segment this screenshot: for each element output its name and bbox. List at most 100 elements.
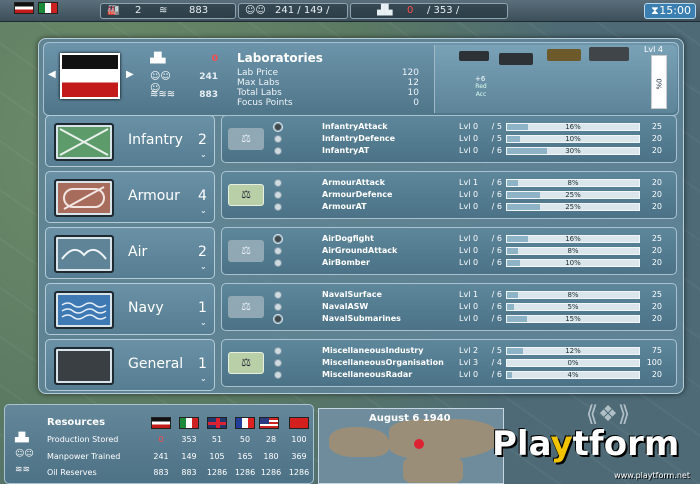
prev-nation-arrow-icon[interactable]: ◀ [48, 69, 56, 80]
progress-label: 16% [565, 235, 581, 243]
tech-focus-radio[interactable] [274, 371, 282, 379]
air-icon [54, 235, 114, 273]
tech-level: Lvl 0 [459, 134, 479, 143]
top-resource-bar: 🏭 2 ≋ 883 ☺☺ 241 / 149 / ▟▙ 0 / 353 / ⧗ … [0, 0, 700, 22]
manpower-box: ☺☺ 241 / 149 / [238, 3, 348, 19]
tech-level: Lvl 0 [459, 234, 479, 243]
lab-allocation-icon[interactable]: ⚖ [228, 296, 264, 318]
minimap-land [329, 427, 389, 457]
tech-name: AirDogfight [322, 234, 374, 243]
production-stored-label: Production Stored [47, 435, 119, 444]
oil-reserves-label: Oil Reserves [47, 468, 97, 477]
tech-max-level: / 4 [491, 358, 502, 367]
tech-cost: 20 [651, 258, 662, 267]
truck-unit-icon [547, 49, 581, 61]
resource-cell: 1286 [260, 468, 282, 477]
tech-progress-bar: 16% [506, 123, 640, 131]
chevron-down-icon[interactable]: ⌄ [200, 374, 207, 383]
tech-name: MiscellaneousIndustry [322, 346, 424, 355]
progress-label: 16% [565, 123, 581, 131]
tech-focus-radio[interactable] [274, 315, 282, 323]
category-air[interactable]: Air 2 ⌄ [45, 227, 215, 279]
tech-level: Lvl 0 [459, 302, 479, 311]
italy-flag-icon[interactable] [38, 2, 58, 14]
resource-cell: 50 [239, 435, 251, 444]
tech-focus-radio[interactable] [274, 203, 282, 211]
category-navy[interactable]: Navy 1 ⌄ [45, 283, 215, 335]
tech-level: Lvl 1 [459, 178, 479, 187]
resource-cell: 1286 [206, 468, 228, 477]
factory-icon: 🏭 [107, 5, 120, 16]
italy-flag-icon [179, 417, 199, 429]
chevron-down-icon[interactable]: ⌄ [200, 318, 207, 327]
resource-cell: 28 [265, 435, 277, 444]
lab-allocation-icon[interactable]: ⚖ [228, 128, 264, 150]
resource-cell: 165 [237, 452, 253, 461]
chevron-down-icon[interactable]: ⌄ [200, 262, 207, 271]
tech-max-level: / 5 [491, 346, 502, 355]
category-infantry[interactable]: Infantry 2 ⌄ [45, 115, 215, 167]
tech-cost: 100 [646, 358, 662, 367]
tech-focus-radio[interactable] [274, 123, 282, 131]
resource-cell: 1286 [234, 468, 256, 477]
tech-name: InfantryAttack [322, 122, 388, 131]
total-labs-row: Total Labs 10 [237, 88, 419, 98]
progress-label: 12% [565, 347, 581, 355]
tech-max-level: / 6 [491, 234, 502, 243]
current-date: August 6 1940 [369, 413, 451, 424]
minimap-land [389, 419, 499, 459]
progress-label: 5% [567, 303, 579, 311]
tech-progress-bar: 16% [506, 235, 640, 243]
unit-level-bar: %0 [651, 55, 667, 109]
tech-group: ⚖ AirDogfight Lvl 0 / 6 25 16% AirGroundAttack… [221, 227, 677, 275]
category-armour[interactable]: Armour 4 ⌄ [45, 171, 215, 223]
general-icon [54, 347, 114, 385]
tech-focus-radio[interactable] [274, 303, 282, 311]
next-nation-arrow-icon[interactable]: ▶ [126, 69, 134, 80]
factory-icon: ▟▙ [150, 53, 166, 64]
tech-max-level: / 6 [491, 146, 502, 155]
tech-focus-radio[interactable] [274, 235, 282, 243]
category-general[interactable]: General 1 ⌄ [45, 339, 215, 391]
tech-focus-radio[interactable] [274, 247, 282, 255]
category-name: Infantry [128, 132, 183, 148]
resource-cell: 883 [181, 468, 197, 477]
tech-level: Lvl 0 [459, 246, 479, 255]
resource-cell: 0 [158, 435, 164, 444]
tech-focus-radio[interactable] [274, 179, 282, 187]
tech-focus-radio[interactable] [274, 147, 282, 155]
lab-allocation-icon[interactable]: ⚖ [228, 184, 264, 206]
tech-progress-bar: 25% [506, 203, 640, 211]
tech-focus-radio[interactable] [274, 359, 282, 367]
germany-flag-icon[interactable] [14, 2, 34, 14]
tech-name: ArmourAT [322, 202, 367, 211]
game-clock[interactable]: ⧗ 15:00 [644, 3, 696, 19]
resource-cell: 241 [153, 452, 169, 461]
tech-focus-radio[interactable] [274, 291, 282, 299]
tech-focus-radio[interactable] [274, 135, 282, 143]
tech-focus-radio[interactable] [274, 259, 282, 267]
tech-progress-bar: 8% [506, 247, 640, 255]
category-name: Armour [128, 188, 180, 204]
stat-oil: 883 [199, 90, 218, 100]
chevron-down-icon[interactable]: ⌄ [200, 206, 207, 215]
tech-focus-radio[interactable] [274, 191, 282, 199]
minimap[interactable]: August 6 1940 [318, 408, 504, 484]
uk-flag-icon [207, 417, 227, 429]
tech-focus-radio[interactable] [274, 347, 282, 355]
tech-cost: 20 [651, 146, 662, 155]
tech-name: AirGroundAttack [322, 246, 398, 255]
category-count: 2 [198, 244, 207, 260]
tech-max-level: / 6 [491, 370, 502, 379]
progress-label: 25% [565, 191, 581, 199]
tech-progress-bar: 25% [506, 191, 640, 199]
chevron-down-icon[interactable]: ⌄ [200, 150, 207, 159]
lab-allocation-icon[interactable]: ⚖ [228, 240, 264, 262]
tech-max-level: / 6 [491, 258, 502, 267]
production-total: / 353 / [427, 5, 460, 16]
bonus-text: +6 [475, 75, 486, 83]
progress-label: 10% [565, 259, 581, 267]
tech-level: Lvl 1 [459, 290, 479, 299]
lab-allocation-icon[interactable]: ⚖ [228, 352, 264, 374]
factories-count: 2 [135, 5, 142, 16]
